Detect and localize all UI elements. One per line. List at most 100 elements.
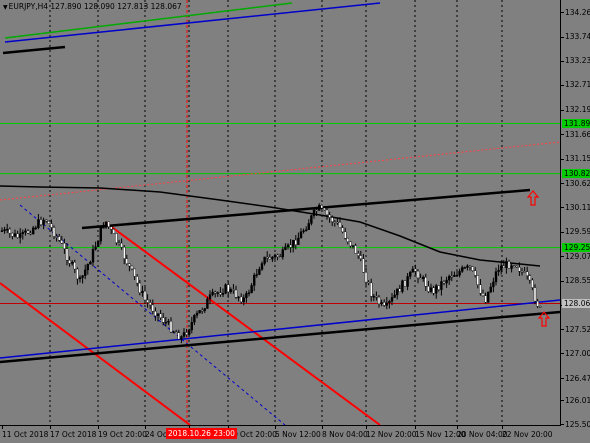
candle-body — [273, 254, 277, 258]
candle-body — [247, 292, 251, 294]
candle-body — [539, 306, 542, 308]
candle-body — [260, 263, 264, 270]
candle-body — [276, 254, 279, 257]
candle-body — [91, 248, 95, 263]
candle-body — [354, 245, 357, 254]
candle-body — [440, 281, 443, 290]
candle-body — [239, 296, 243, 303]
candle-body — [435, 285, 438, 294]
candle-body — [461, 267, 464, 272]
candle-body — [146, 299, 149, 303]
candle-body — [180, 336, 183, 340]
chevron-down-icon: ▼ — [3, 4, 8, 11]
price-tick — [561, 207, 564, 209]
candle-body — [58, 236, 61, 241]
candle-body — [81, 275, 84, 278]
candle-body — [299, 231, 303, 239]
trend-line-black-upper — [81, 188, 531, 230]
candle-body — [484, 295, 487, 303]
price-tick — [561, 329, 564, 331]
candle-body — [200, 310, 204, 312]
candle-body — [135, 276, 139, 284]
candle-body — [128, 263, 131, 267]
candle-body — [518, 266, 521, 272]
candle-body — [78, 277, 82, 280]
candle-body — [156, 313, 160, 317]
chart-window[interactable]: ▼EURJPY,H4 127.890 128.090 127.813 128.0… — [0, 0, 590, 443]
candle-body — [458, 271, 461, 276]
candle-body — [411, 268, 414, 273]
candle-body — [68, 260, 71, 264]
candle-body — [528, 275, 531, 281]
candle-body — [510, 265, 513, 269]
time-axis[interactable]: 11 Oct 2018 17 Oct 2018 19 Oct 20:00 24 Oct… — [0, 426, 561, 443]
candle-body — [370, 282, 373, 297]
candle-body — [305, 229, 308, 231]
time-tick — [502, 426, 503, 429]
candle-body — [468, 265, 472, 268]
candle-body — [221, 293, 225, 295]
candle-body — [331, 217, 334, 222]
time-label: 11 Oct 2018 — [2, 430, 49, 439]
candle-body — [476, 275, 479, 285]
price-label: 130.110 — [565, 202, 590, 212]
time-label: 19 Oct 20:00 — [98, 430, 147, 439]
candle-body — [266, 256, 269, 259]
candle-body — [47, 221, 50, 224]
candle-body — [172, 331, 175, 333]
chart-canvas[interactable] — [0, 0, 560, 425]
price-tick — [561, 12, 564, 13]
candle-body — [380, 302, 383, 305]
candle-body — [307, 223, 310, 230]
price-label: 130.625 — [565, 178, 590, 188]
candle-body — [359, 255, 362, 259]
time-tick — [366, 426, 367, 429]
candle-body — [479, 284, 482, 294]
candle-body — [19, 233, 22, 238]
candle-body — [60, 240, 63, 244]
candle-body — [169, 320, 173, 333]
candle-body — [344, 231, 347, 239]
candle-body — [107, 221, 110, 227]
price-marker-label: 131.893 — [562, 119, 590, 129]
candle-body — [448, 276, 451, 281]
price-marker-label: 129.254 — [562, 243, 590, 253]
candle-body — [388, 301, 391, 304]
time-tick — [2, 426, 3, 429]
candle-body — [455, 274, 459, 277]
candle-body — [325, 209, 329, 216]
candle-body — [39, 219, 43, 225]
candle-body — [492, 281, 495, 288]
price-marker-label: 128.067 — [562, 299, 590, 308]
candle-body — [437, 285, 440, 290]
price-axis[interactable]: 134.265 133.740 133.230 132.715 132.190 131.6… — [561, 0, 590, 429]
candle-body — [174, 331, 178, 333]
candle-body — [13, 233, 17, 237]
candle-body — [367, 281, 370, 284]
chart-plot-area[interactable]: ▼EURJPY,H4 127.890 128.090 127.813 128.0… — [0, 0, 561, 426]
candle-body — [463, 267, 466, 269]
candle-body — [96, 241, 100, 247]
candle-body — [122, 246, 126, 259]
candle-body — [211, 291, 214, 295]
candle-body — [258, 269, 261, 275]
candle-body — [515, 265, 518, 268]
candle-body — [424, 277, 427, 287]
candle-body — [161, 317, 165, 323]
candle-body — [16, 233, 19, 238]
candle-body — [536, 300, 539, 307]
candle-body — [3, 229, 6, 231]
candle-body — [37, 219, 40, 229]
candle-body — [213, 291, 217, 294]
candle-body — [143, 290, 147, 301]
candle-body — [21, 232, 24, 234]
candle-body — [481, 293, 485, 296]
candle-body — [94, 246, 97, 250]
candle-body — [73, 261, 77, 270]
candle-body — [154, 310, 157, 317]
candle-body — [70, 261, 74, 264]
candle-body — [427, 286, 430, 292]
candle-body — [208, 294, 212, 300]
candle-body — [502, 265, 505, 269]
candle-body — [377, 296, 381, 305]
